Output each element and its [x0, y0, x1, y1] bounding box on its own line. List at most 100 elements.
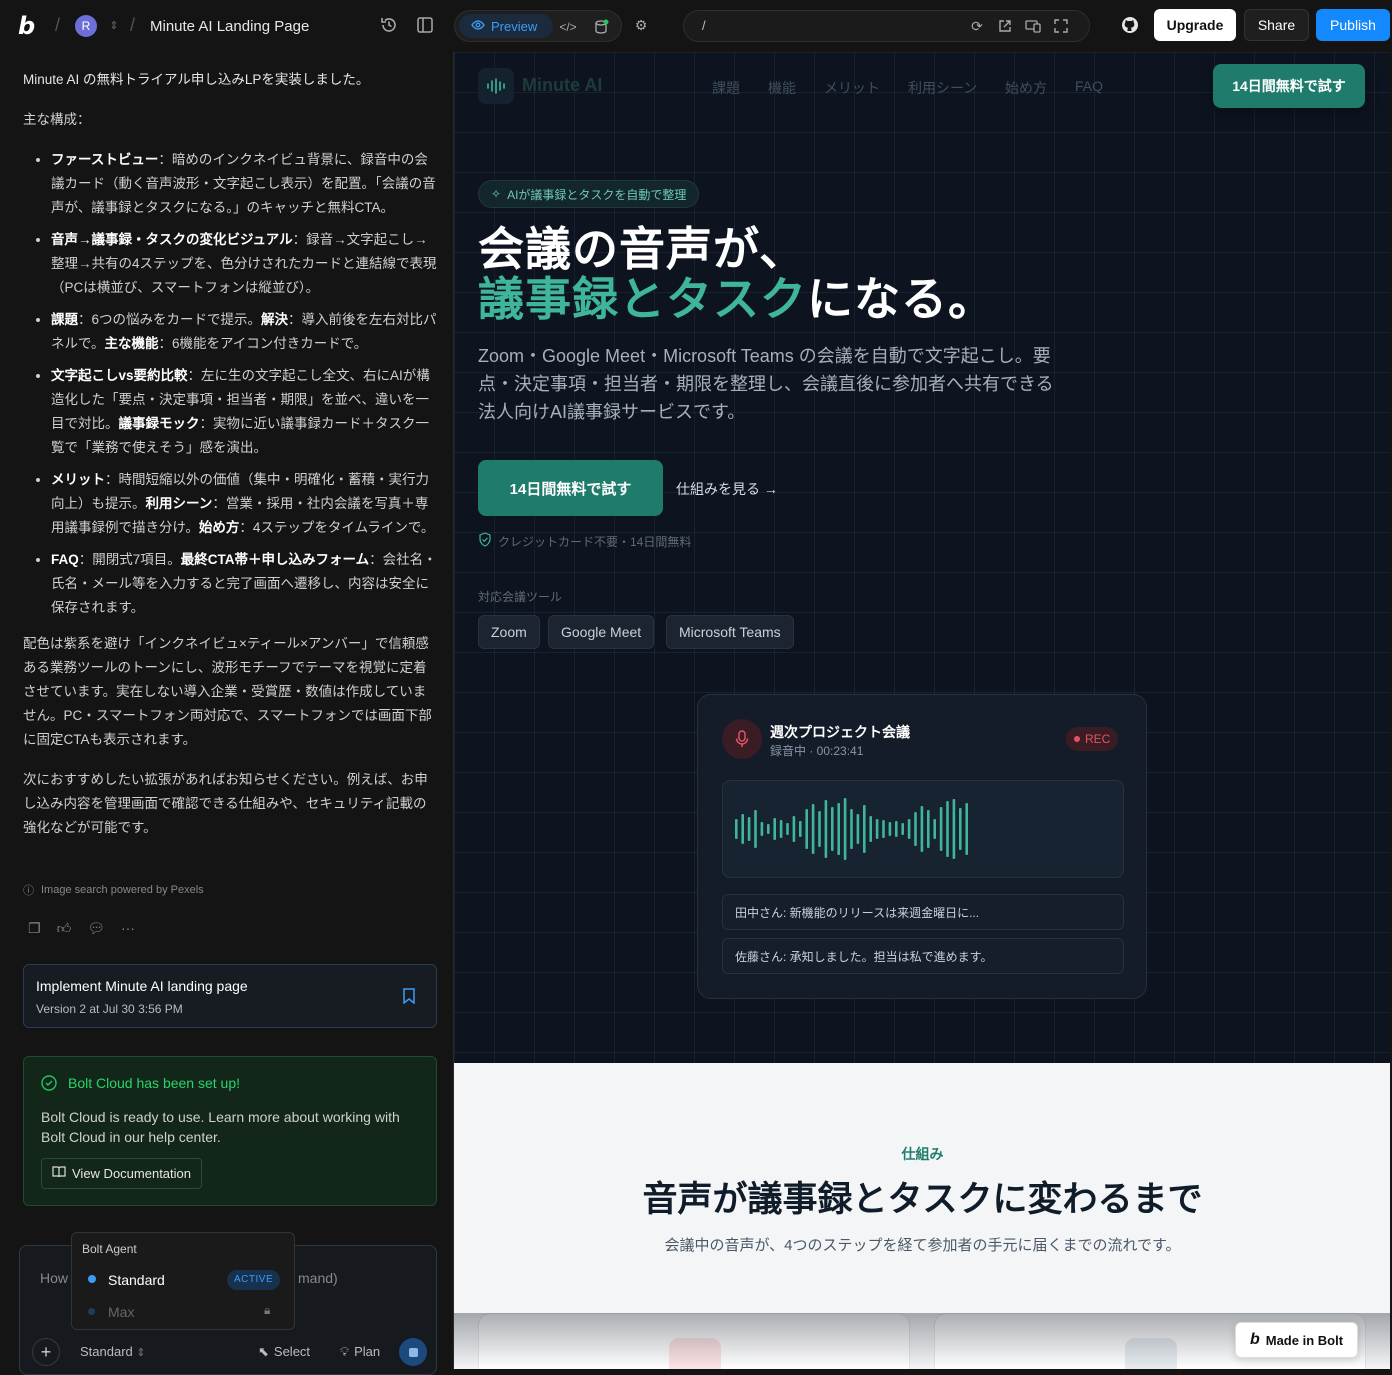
- waveform-bar: [875, 819, 879, 839]
- bookmark-icon[interactable]: [400, 987, 418, 1005]
- hero-headline: 会議の音声が、 議事録とタスクになる。: [478, 223, 995, 325]
- waveform-bar: [779, 820, 783, 838]
- section-title: 音声が議事録とタスクに変わるまで: [642, 1180, 1203, 1219]
- nav-link-issues[interactable]: 課題: [712, 78, 740, 98]
- reload-icon[interactable]: ⟳: [968, 17, 986, 35]
- plus-icon[interactable]: +: [32, 1338, 60, 1366]
- project-title[interactable]: Minute AI Landing Page: [150, 18, 309, 35]
- waveform-bar: [747, 817, 751, 841]
- tool-chip-zoom: Zoom: [478, 615, 540, 649]
- url-bar[interactable]: / ⟳: [683, 10, 1090, 42]
- waveform-bar: [895, 821, 898, 837]
- message-intro: Minute AI の無料トライアル申し込みLPを実装しました。: [23, 72, 370, 87]
- stop-button[interactable]: [399, 1338, 427, 1366]
- version-card[interactable]: Implement Minute AI landing page Version…: [23, 964, 437, 1028]
- bolt-logo-icon: b: [1249, 1331, 1260, 1348]
- thumbs-up-icon[interactable]: 👍︎: [57, 920, 72, 937]
- list-item: 文字起こしvs要約比較：左に生の文字起こし全文、右にAIが構造化した「要点・決定…: [51, 364, 438, 460]
- waveform-bar: [933, 819, 936, 839]
- upgrade-button[interactable]: Upgrade: [1154, 9, 1236, 41]
- waveform-bar: [786, 823, 789, 835]
- waveform-bar: [843, 798, 847, 860]
- list-item: 音声→議事録・タスクの変化ビジュアル：録音→文字起こし→整理→共有の4ステップを…: [51, 228, 438, 300]
- github-icon[interactable]: [1119, 14, 1141, 36]
- waveform-bar: [965, 803, 968, 855]
- section-eyebrow: 仕組み: [901, 1146, 944, 1162]
- view-documentation-button[interactable]: View Documentation: [41, 1158, 202, 1189]
- nav-link-scenes[interactable]: 利用シーン: [908, 78, 977, 98]
- external-link-icon[interactable]: [996, 17, 1014, 35]
- microphone-icon: [722, 719, 762, 759]
- check-circle-icon: [40, 1074, 58, 1092]
- prompt-placeholder-right: mand): [298, 1270, 338, 1286]
- waveform-bar: [811, 804, 815, 854]
- waveform-bar: [946, 801, 949, 857]
- database-icon[interactable]: [591, 17, 611, 37]
- waveform-bar: [901, 823, 904, 835]
- nav-link-getting-started[interactable]: 始め方: [1005, 78, 1047, 98]
- waveform-bar: [888, 822, 892, 836]
- nav-trial-button[interactable]: 14日間無料で試す: [1213, 64, 1365, 108]
- mode-selector[interactable]: Standard ⇕: [80, 1344, 146, 1359]
- more-icon[interactable]: ···: [121, 920, 135, 937]
- select-button[interactable]: ⬉ Select: [258, 1344, 310, 1360]
- publish-button[interactable]: Publish: [1316, 9, 1390, 41]
- gear-icon[interactable]: ⚙: [632, 16, 650, 34]
- nav-link-faq[interactable]: FAQ: [1075, 78, 1103, 94]
- code-icon[interactable]: </>: [559, 18, 577, 36]
- brand-name[interactable]: Minute AI: [522, 75, 602, 96]
- tool-chip-google-meet: Google Meet: [548, 615, 655, 649]
- history-icon[interactable]: [378, 14, 400, 36]
- lock-icon: 🔒︎: [264, 1303, 271, 1317]
- url-path[interactable]: /: [702, 18, 706, 33]
- waveform-bars: [735, 798, 968, 860]
- lightbulb-icon: 💡︎: [340, 1344, 350, 1359]
- nav-link-merits[interactable]: メリット: [824, 78, 880, 98]
- waveform: [722, 780, 1124, 878]
- made-in-bolt-badge[interactable]: b Made in Bolt: [1235, 1322, 1358, 1358]
- agent-option-max[interactable]: Max 🔒︎: [72, 1297, 294, 1327]
- agent-option-standard[interactable]: Standard ACTIVE: [72, 1265, 294, 1295]
- cloud-title: Bolt Cloud has been set up!: [68, 1075, 241, 1091]
- meeting-title: 週次プロジェクト会議: [770, 724, 910, 740]
- waveform-logo-icon[interactable]: [478, 68, 514, 104]
- separator: /: [130, 15, 136, 35]
- share-button[interactable]: Share: [1244, 9, 1309, 41]
- chevron-updown-icon: ⇕: [136, 1347, 146, 1359]
- waveform-bar: [831, 807, 834, 851]
- plan-button[interactable]: 💡︎ Plan: [340, 1344, 380, 1360]
- nav-link-features[interactable]: 機能: [768, 78, 796, 98]
- active-badge: ACTIVE: [227, 1270, 281, 1290]
- hero-trial-button[interactable]: 14日間無料で試す: [478, 460, 663, 516]
- waveform-bar: [850, 809, 853, 849]
- list-item: メリット：時間短縮以外の価値（集中・明確化・蓄積・実行力向上）も提示。利用シーン…: [51, 468, 438, 540]
- preview-frame: Minute AI 課題 機能 メリット 利用シーン 始め方 FAQ 14日間無…: [453, 52, 1390, 1369]
- list-item: FAQ：開閉式7項目。最終CTA帯＋申し込みフォーム：会社名・氏名・メール等を入…: [51, 548, 438, 620]
- transcript-line: 田中さん: 新機能のリリースは来週金曜日に...: [722, 894, 1124, 930]
- separator: /: [55, 15, 61, 35]
- bolt-logo-icon[interactable]: b: [18, 12, 46, 40]
- waveform-bar: [767, 824, 770, 834]
- devices-icon[interactable]: [1024, 17, 1042, 35]
- cloud-body: Bolt Cloud is ready to use. Learn more a…: [41, 1109, 400, 1145]
- waveform-bar: [920, 806, 924, 852]
- fullscreen-icon[interactable]: [1052, 17, 1070, 35]
- list-item: ファーストビュー：暗めのインクネイビュ背景に、録音中の会議カード（動く音声波形・…: [51, 148, 438, 220]
- view-switcher: Preview </>: [454, 10, 622, 42]
- waveform-bar: [741, 814, 744, 844]
- waveform-bar: [824, 800, 828, 858]
- waveform-bar: [735, 819, 738, 839]
- option-dot: [88, 1308, 95, 1315]
- waveform-bar: [818, 811, 821, 847]
- preview-tab[interactable]: Preview: [459, 14, 553, 38]
- comment-icon[interactable]: 💬︎: [87, 920, 105, 937]
- how-it-works-link[interactable]: 仕組みを見る →: [676, 479, 778, 499]
- copy-icon[interactable]: ❐: [28, 920, 41, 937]
- sidebar-toggle-icon[interactable]: [414, 14, 436, 36]
- avatar[interactable]: R: [75, 15, 97, 37]
- pexels-credit: ⓘ Image search powered by Pexels: [23, 884, 204, 897]
- chevron-updown-icon[interactable]: ⇕: [106, 17, 122, 33]
- info-icon: ⓘ: [23, 885, 34, 897]
- waveform-bar: [856, 814, 860, 844]
- waveform-bar: [869, 816, 872, 842]
